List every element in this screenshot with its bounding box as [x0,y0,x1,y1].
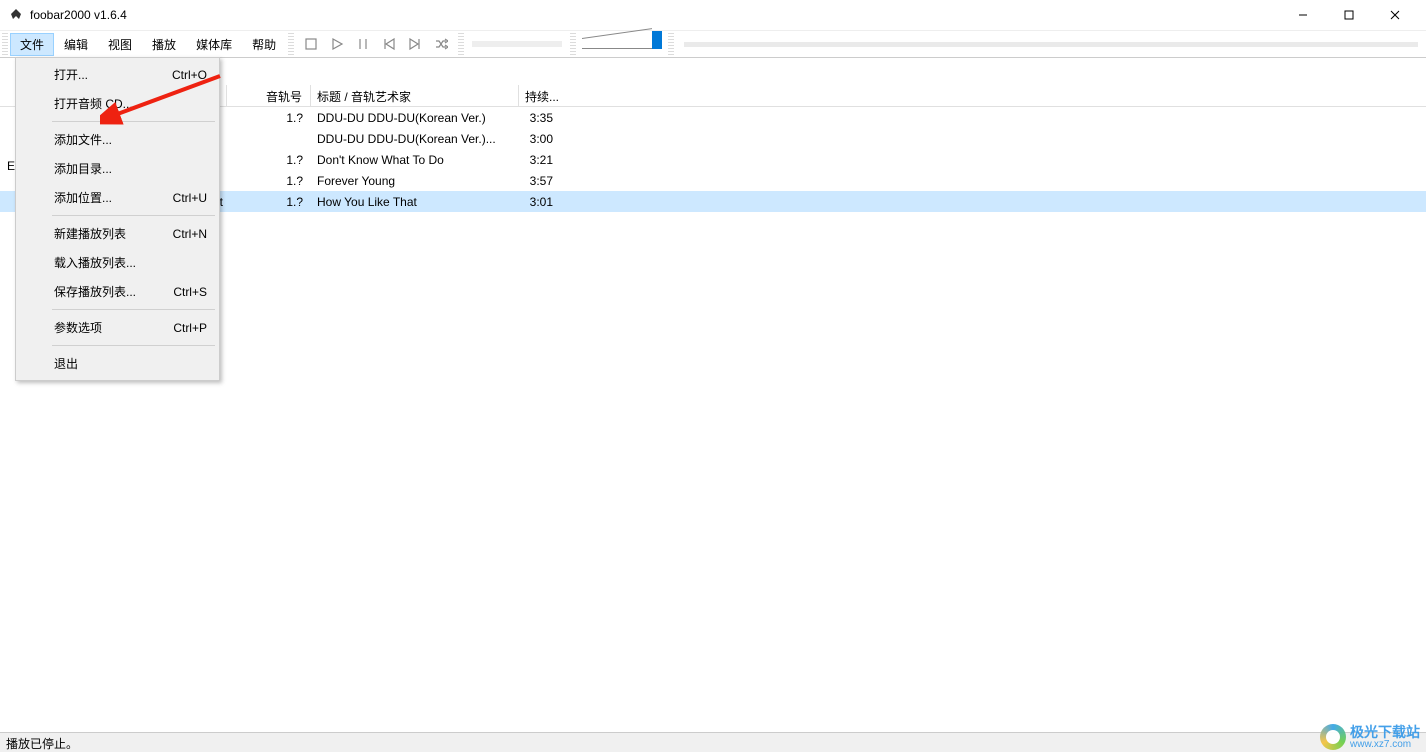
cell-dur: 3:00 [519,132,559,146]
menuitem-shortcut: Ctrl+P [173,321,207,335]
statusbar: 播放已停止。 [0,732,1426,752]
cell-title: How You Like That [311,195,519,209]
menuitem-shortcut: Ctrl+O [172,68,207,82]
menuitem-打开音频CD[interactable]: 打开音频 CD... [18,89,217,118]
cell-track: 1.? [227,153,311,167]
seek-placeholder[interactable] [472,41,562,47]
menu-视图[interactable]: 视图 [98,33,142,56]
menuitem-新建播放列表[interactable]: 新建播放列表 Ctrl+N [18,219,217,248]
cell-track: 1.? [227,111,311,125]
menuitem-添加文件[interactable]: 添加文件... [18,125,217,154]
menuitem-shortcut: Ctrl+S [173,285,207,299]
minimize-button[interactable] [1280,0,1326,30]
watermark-logo-icon [1320,724,1346,750]
menuitem-label: 载入播放列表... [54,254,136,271]
menu-separator [52,121,215,122]
menuitem-参数选项[interactable]: 参数选项 Ctrl+P [18,313,217,342]
toolbar-handle[interactable] [288,33,294,55]
random-icon[interactable] [432,35,450,53]
next-icon[interactable] [406,35,424,53]
menuitem-label: 参数选项 [54,319,102,336]
seekbar[interactable] [684,42,1418,47]
pause-icon[interactable] [354,35,372,53]
menuitem-添加目录[interactable]: 添加目录... [18,154,217,183]
menuitem-label: 打开... [54,66,88,83]
menu-separator [52,215,215,216]
volume-thumb[interactable] [652,31,662,49]
menubar-row: 文件编辑视图播放媒体库帮助 [0,30,1426,58]
menu-separator [52,309,215,310]
watermark-url: www.xz7.com [1350,739,1420,750]
toolbar-handle[interactable] [458,33,464,55]
menu-帮助[interactable]: 帮助 [242,33,286,56]
cell-title: DDU-DU DDU-DU(Korean Ver.)... [311,132,519,146]
cell-track: 1.? [227,195,311,209]
menu-separator [52,345,215,346]
menuitem-添加位置[interactable]: 添加位置... Ctrl+U [18,183,217,212]
cell-title: DDU-DU DDU-DU(Korean Ver.) [311,111,519,125]
file-menu-dropdown: 打开... Ctrl+O 打开音频 CD... 添加文件... 添加目录... 添加位置.… [15,57,220,381]
toolbar-handle[interactable] [2,33,8,55]
menuitem-shortcut: Ctrl+N [173,227,207,241]
menuitem-label: 添加位置... [54,189,112,206]
menu-媒体库[interactable]: 媒体库 [186,33,242,56]
play-icon[interactable] [328,35,346,53]
menuitem-打开[interactable]: 打开... Ctrl+O [18,60,217,89]
maximize-button[interactable] [1326,0,1372,30]
cell-dur: 3:35 [519,111,559,125]
menuitem-保存播放列表[interactable]: 保存播放列表... Ctrl+S [18,277,217,306]
menuitem-label: 新建播放列表 [54,225,126,242]
watermark-brand: 极光下载站 [1350,725,1420,739]
col-title-artist[interactable]: 标题 / 音轨艺术家 [311,85,519,106]
menu-播放[interactable]: 播放 [142,33,186,56]
menuitem-载入播放列表[interactable]: 载入播放列表... [18,248,217,277]
cell-dur: 3:21 [519,153,559,167]
menuitem-label: 保存播放列表... [54,283,136,300]
menu-编辑[interactable]: 编辑 [54,33,98,56]
cell-dur: 3:01 [519,195,559,209]
window-controls [1280,0,1418,30]
volume-slider[interactable] [582,35,662,53]
col-tracknum[interactable]: 音轨号 [227,85,311,106]
menuitem-label: 打开音频 CD... [54,95,133,112]
cell-track: 1.? [227,174,311,188]
toolbar-handle[interactable] [668,33,674,55]
menuitem-退出[interactable]: 退出 [18,349,217,378]
app-icon [8,7,24,23]
watermark: 极光下载站 www.xz7.com [1320,724,1420,750]
menuitem-shortcut: Ctrl+U [173,191,207,205]
cell-title: Don't Know What To Do [311,153,519,167]
menubar: 文件编辑视图播放媒体库帮助 [10,33,286,56]
playback-toolbar [296,35,456,53]
cell-title: Forever Young [311,174,519,188]
status-text: 播放已停止。 [6,737,78,751]
menuitem-label: 添加文件... [54,131,112,148]
prev-icon[interactable] [380,35,398,53]
titlebar: foobar2000 v1.6.4 [0,0,1426,30]
toolbar-handle[interactable] [570,33,576,55]
stop-icon[interactable] [302,35,320,53]
cell-dur: 3:57 [519,174,559,188]
menuitem-label: 退出 [54,355,78,372]
menu-文件[interactable]: 文件 [10,33,54,56]
close-button[interactable] [1372,0,1418,30]
menuitem-label: 添加目录... [54,160,112,177]
window-title: foobar2000 v1.6.4 [30,8,127,22]
col-duration[interactable]: 持续... [519,85,559,106]
